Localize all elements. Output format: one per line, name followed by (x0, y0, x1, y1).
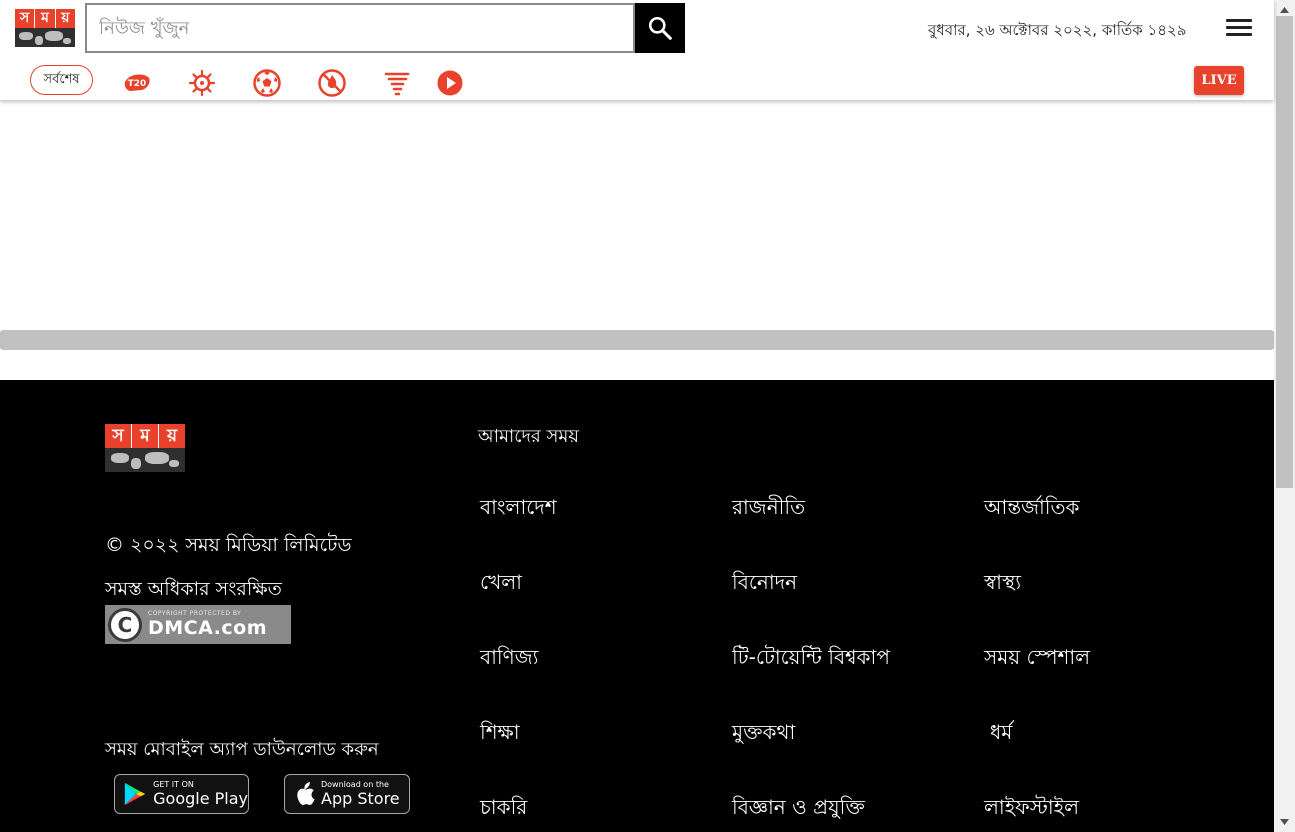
google-play-caption: GET IT ON (153, 780, 194, 789)
category-link-international[interactable]: আন্তর্জাতিক (984, 493, 1080, 526)
category-link-science-tech[interactable]: বিজ্ঞান ও প্রযুক্তি (732, 793, 865, 826)
tornado-icon[interactable] (382, 68, 412, 98)
category-link-somoy-special[interactable]: সময় স্পেশাল (984, 643, 1090, 676)
google-play-button[interactable]: GET IT ON Google Play (114, 774, 249, 814)
ad-placeholder-bar (0, 330, 1274, 350)
google-play-icon (124, 782, 146, 806)
world-map-graphic (15, 28, 75, 47)
category-link-t20-world-cup[interactable]: টি-টোয়েন্টি বিশ্বকাপ (732, 643, 890, 676)
search-field[interactable] (85, 3, 635, 53)
app-store-button[interactable]: Download on the App Store (284, 774, 410, 814)
vertical-scrollbar[interactable] (1274, 0, 1295, 832)
world-map-graphic (105, 448, 185, 472)
rights-text: সমস্ত অধিকার সংরক্ষিত (105, 578, 282, 600)
category-link-opinion[interactable]: মুক্তকথা (732, 718, 795, 751)
logo-letters: স ম য় (15, 9, 75, 28)
footer-logo[interactable]: স ম য় (105, 424, 185, 472)
current-date: বুধবার, ২৬ অক্টোবর ২০২২, কার্তিক ১৪২৯ (928, 21, 1187, 39)
copyright-icon: C (108, 607, 142, 642)
site-header: স ম য় বুধবার, ২৬ অক্টোবর ২০২২, কার্তিক … (0, 0, 1274, 100)
copyright-text: © ২০২২ সময় মিডিয়া লিমিটেড (105, 534, 352, 556)
t20-icon[interactable]: T20 (122, 68, 152, 98)
search-button[interactable] (635, 3, 685, 53)
category-link-lifestyle[interactable]: লাইফস্টাইল (984, 793, 1079, 826)
football-icon[interactable] (252, 68, 282, 98)
search-icon (648, 16, 672, 40)
apple-icon (297, 782, 315, 805)
category-link-politics[interactable]: রাজনীতি (732, 493, 805, 526)
latest-news-tab[interactable]: সর্বশেষ (30, 65, 93, 95)
no-fire-icon[interactable] (317, 68, 347, 98)
google-play-label: Google Play (153, 789, 248, 808)
logo-letter: য় (55, 9, 75, 28)
our-somoy-heading[interactable]: আমাদের সময় (478, 422, 579, 453)
logo-letters: স ম য় (105, 424, 185, 448)
app-store-label: App Store (321, 789, 400, 808)
scroll-down-arrow-icon[interactable] (1274, 814, 1295, 830)
category-link-jobs[interactable]: চাকরি (480, 793, 527, 826)
category-link-sports[interactable]: খেলা (480, 568, 522, 601)
search-input[interactable] (87, 5, 633, 51)
app-store-caption: Download on the (321, 780, 389, 789)
app-download-text: সময় মোবাইল অ্যাপ ডাউনলোড করুন (105, 739, 379, 760)
logo-letter: য় (159, 424, 185, 448)
category-link-business[interactable]: বাণিজ্য (480, 643, 538, 676)
dmca-label: DMCA.com (148, 617, 268, 639)
svg-text:T20: T20 (128, 79, 147, 89)
site-footer: স ম য় © ২০২২ সময় মিডিয়া লিমিটেড সমস্ত… (0, 380, 1274, 832)
logo-letter: স (15, 9, 36, 28)
category-link-entertainment[interactable]: বিনোদন (732, 568, 797, 601)
category-link-bangladesh[interactable]: বাংলাদেশ (480, 493, 557, 526)
dmca-caption: COPYRIGHT PROTECTED BY (148, 610, 242, 617)
play-icon[interactable] (435, 68, 465, 98)
menu-icon[interactable] (1226, 19, 1252, 39)
logo-letter: ম (132, 424, 159, 448)
live-button[interactable]: LIVE (1194, 66, 1244, 95)
category-link-health[interactable]: স্বাস্থ্য (984, 568, 1021, 601)
somoy-logo[interactable]: স ম য় (15, 9, 75, 47)
virus-icon[interactable] (187, 68, 217, 98)
category-link-education[interactable]: শিক্ষা (480, 718, 520, 751)
scrollbar-thumb[interactable] (1276, 16, 1293, 488)
dmca-badge[interactable]: C COPYRIGHT PROTECTED BY DMCA.com (105, 605, 291, 644)
logo-letter: স (105, 424, 132, 448)
category-link-religion[interactable]: ধর্ম (990, 718, 1012, 751)
logo-letter: ম (35, 9, 56, 28)
